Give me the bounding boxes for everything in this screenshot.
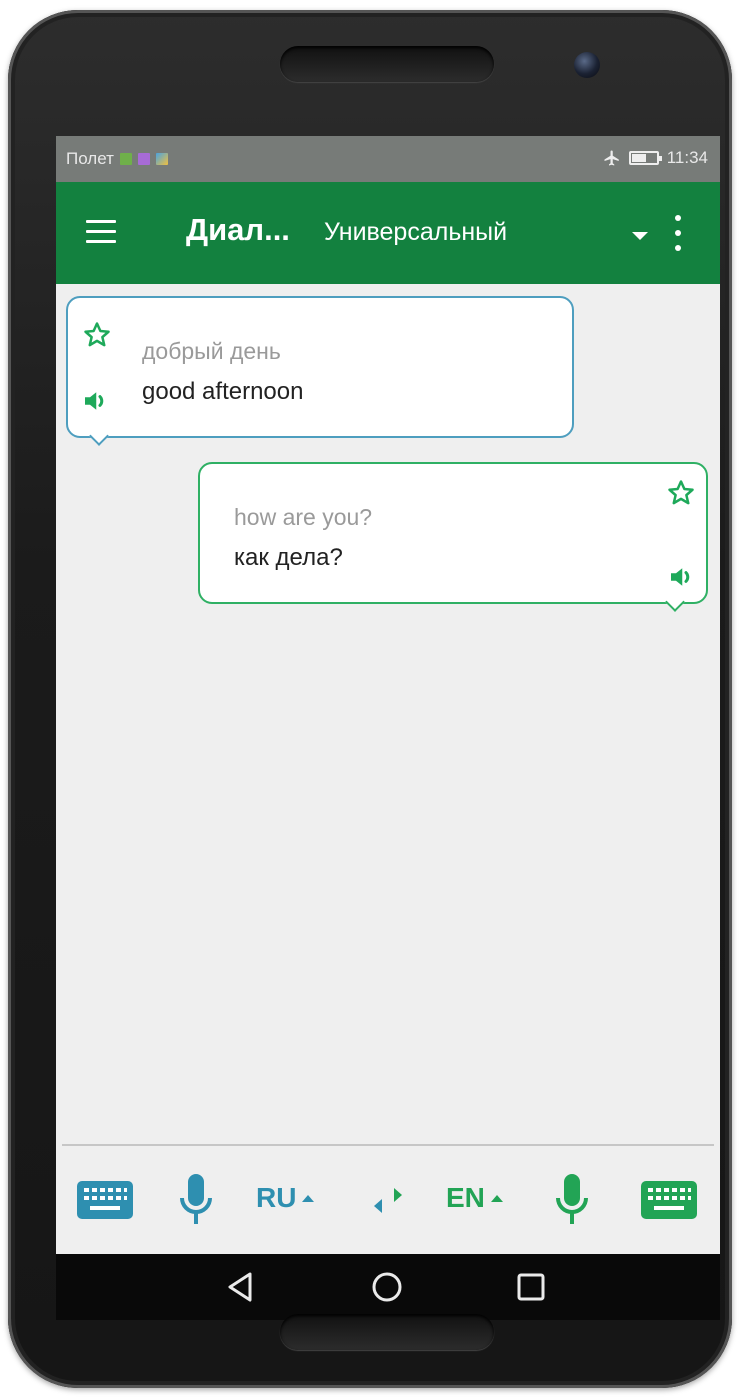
phone-frame: Полет 11:34 Диал... Универсальный добрый…	[8, 10, 732, 1388]
recent-apps-icon[interactable]	[516, 1272, 546, 1302]
navigation-bar	[56, 1254, 720, 1320]
app-screen: Полет 11:34 Диал... Универсальный добрый…	[56, 136, 720, 1320]
source-text: добрый день	[142, 338, 281, 364]
target-language-label: EN	[446, 1182, 485, 1213]
translation-mode-label: Универсальный	[324, 218, 508, 246]
message-bubble-right: how are you? как дела?	[198, 462, 708, 612]
speaker-icon[interactable]	[666, 562, 696, 592]
bubble-tail	[89, 426, 109, 446]
battery-icon	[628, 151, 662, 165]
back-icon[interactable]	[224, 1270, 258, 1304]
screen-title: Диал...	[186, 212, 290, 247]
translation-text: good afternoon	[142, 378, 304, 405]
caret-up-icon	[302, 1194, 315, 1202]
dropdown-arrow-icon	[632, 232, 648, 240]
keyboard-icon[interactable]	[640, 1180, 698, 1220]
status-bar: Полет 11:34	[56, 136, 720, 182]
star-icon[interactable]	[666, 478, 696, 508]
home-icon[interactable]	[370, 1270, 404, 1304]
airplane-mode-icon	[604, 150, 619, 166]
earpiece-speaker	[280, 46, 494, 82]
microphone-icon[interactable]	[552, 1172, 592, 1228]
photo-notification-icon	[155, 153, 168, 165]
speaker-icon[interactable]	[80, 386, 110, 416]
message-bubble-left: добрый день good afternoon	[66, 296, 574, 446]
overflow-menu-icon[interactable]	[672, 215, 684, 251]
front-camera	[574, 52, 600, 78]
source-language-label: RU	[256, 1182, 297, 1213]
clock: 11:34	[666, 148, 708, 167]
menu-icon[interactable]	[86, 220, 116, 244]
input-toolbar: RU EN	[56, 1146, 720, 1254]
carrier-name: Полет	[66, 149, 114, 168]
microphone-icon[interactable]	[176, 1172, 216, 1228]
translation-mode-dropdown[interactable]: Универсальный	[324, 216, 654, 256]
bottom-speaker	[280, 1314, 494, 1350]
source-text: how are you?	[234, 504, 373, 530]
keyboard-icon[interactable]	[76, 1180, 134, 1220]
caret-up-icon	[490, 1194, 503, 1202]
bubble-tail	[665, 592, 685, 612]
image-notification-icon	[119, 153, 132, 165]
target-language-selector[interactable]: EN	[446, 1182, 503, 1214]
swap-languages-icon[interactable]	[368, 1182, 408, 1218]
app-bar: Диал... Универсальный	[56, 182, 720, 284]
source-language-selector[interactable]: RU	[256, 1182, 315, 1214]
translation-text: как дела?	[234, 544, 343, 571]
star-icon[interactable]	[82, 320, 112, 350]
app-notification-icon	[137, 153, 150, 165]
